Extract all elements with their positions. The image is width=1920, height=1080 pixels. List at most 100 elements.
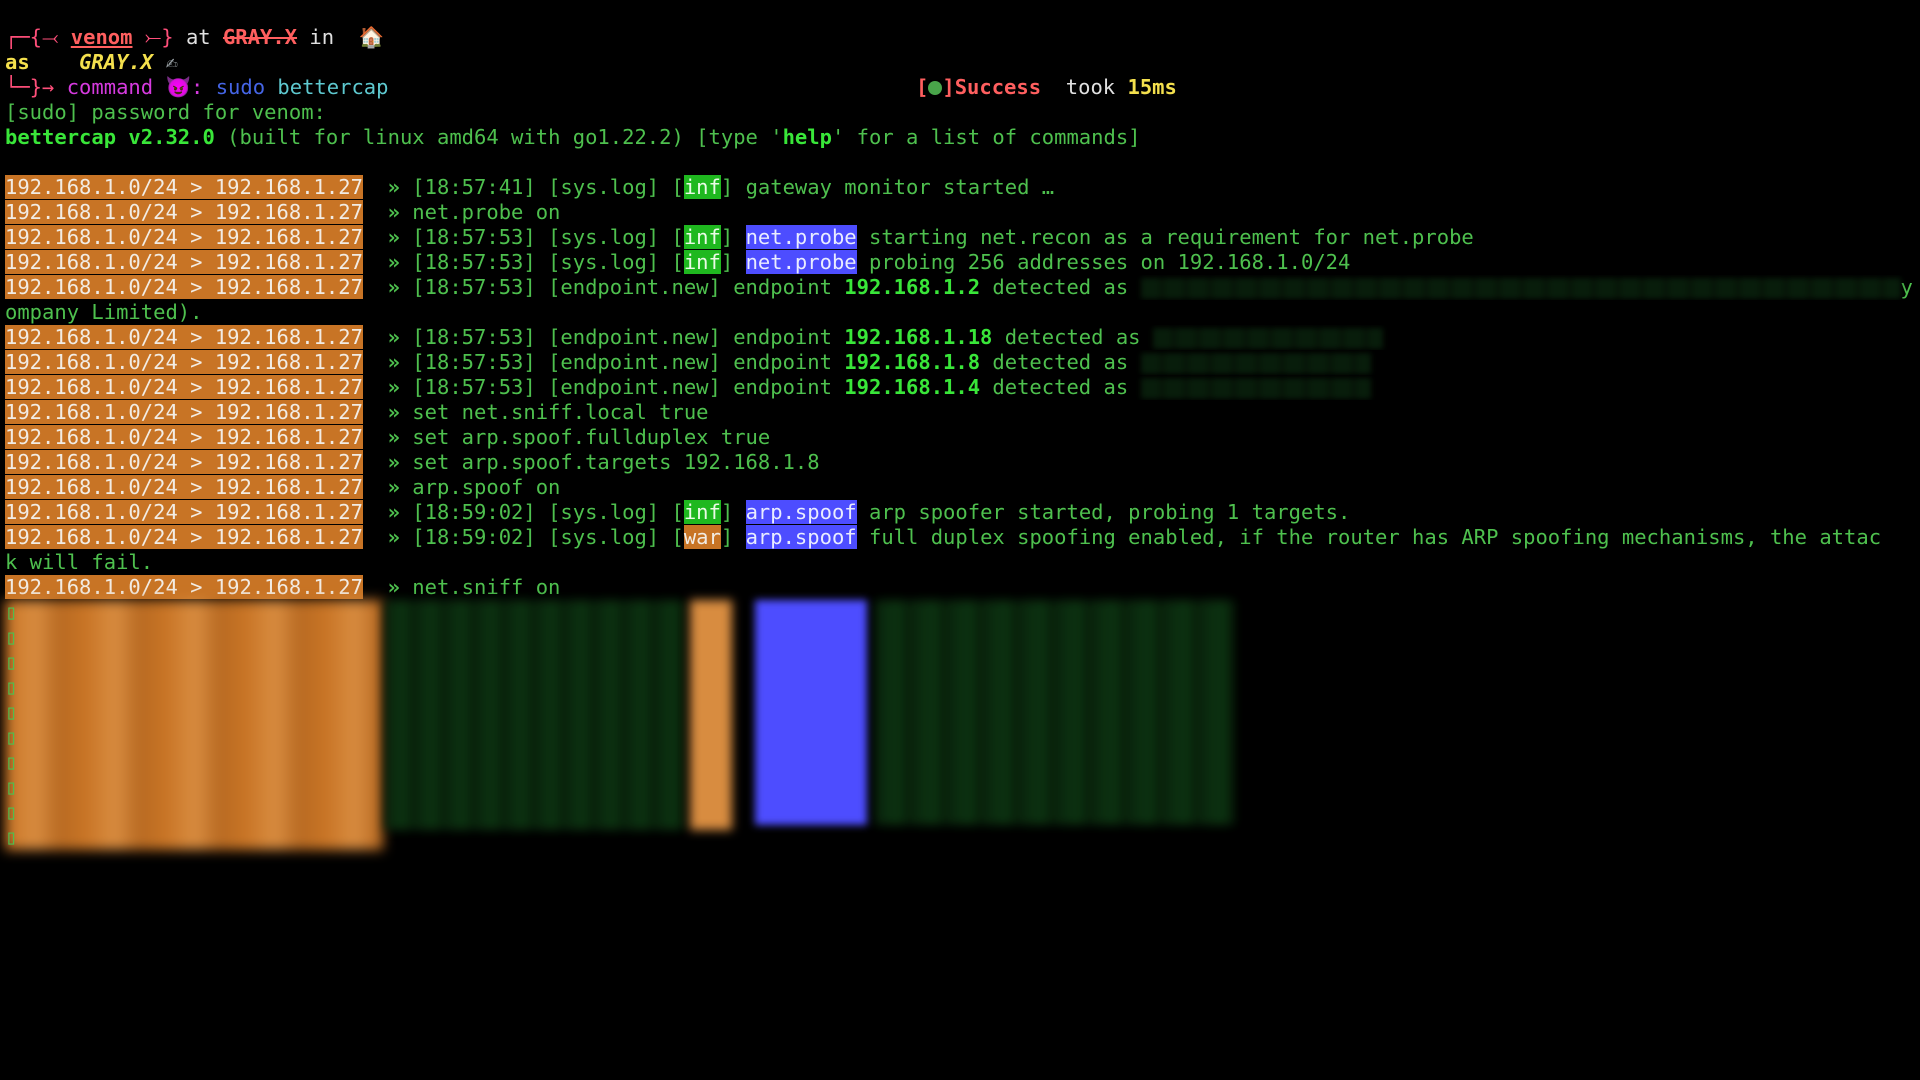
shell-prompt-line-2: as GRAY.X ✍	[5, 50, 1915, 75]
log-line: 192.168.1.0/24 > 192.168.1.27 » [18:57:5…	[5, 250, 1915, 275]
sudo-password-line: [sudo] password for venom:	[5, 100, 326, 124]
log-message: gateway monitor started …	[745, 175, 1055, 199]
log-source: [endpoint.new]	[548, 275, 721, 299]
log-post: detected as	[1004, 325, 1141, 349]
bracket-open: [	[671, 500, 684, 524]
module-tag: net.probe	[745, 250, 857, 274]
command-text: set arp.spoof.fullduplex true	[412, 425, 771, 449]
bracket-open: [	[671, 225, 684, 249]
status-bracket-close: ]	[942, 75, 955, 99]
arrow: »	[387, 575, 400, 599]
log-pre: endpoint	[733, 350, 832, 374]
prompt-colon: :	[191, 75, 204, 99]
arrow: »	[387, 500, 400, 524]
arrow: »	[387, 325, 400, 349]
command-line: 192.168.1.0/24 > 192.168.1.27 » set arp.…	[5, 450, 1915, 475]
log-pre: endpoint	[733, 325, 832, 349]
log-time: [18:57:53]	[412, 375, 536, 399]
log-time: [18:57:53]	[412, 225, 536, 249]
pen-icon: ✍	[165, 50, 178, 74]
log-line: 192.168.1.0/24 > 192.168.1.27 » [18:57:4…	[5, 175, 1915, 200]
prompt-corner-bottom: └─}→	[5, 75, 55, 99]
arrow: »	[387, 175, 400, 199]
cursor-glyph: ▯	[5, 725, 18, 749]
arrow: »	[387, 400, 400, 424]
command-text: net.probe on	[412, 200, 561, 224]
log-tail: y C	[1900, 275, 1913, 299]
arrow: »	[387, 425, 400, 449]
log-time: [18:59:02]	[412, 500, 536, 524]
shell-prompt-line-1: ┌─{⤙ venom ⤚} at GRAY.X in 🏠	[5, 25, 1915, 50]
log-line-wrap: k will fail.	[5, 550, 154, 574]
log-time: [18:57:41]	[412, 175, 536, 199]
arrow: »	[387, 375, 400, 399]
endpoint-ip: 192.168.1.4	[844, 375, 981, 399]
session-prompt: 192.168.1.0/24 > 192.168.1.27	[5, 350, 363, 374]
session-prompt: 192.168.1.0/24 > 192.168.1.27	[5, 425, 363, 449]
log-source: [sys.log]	[548, 175, 660, 199]
status-indicator: []Success took 15ms	[916, 75, 1177, 100]
command-text: arp.spoof on	[412, 475, 561, 499]
arrow: »	[387, 350, 400, 374]
session-prompt: 192.168.1.0/24 > 192.168.1.27	[5, 375, 363, 399]
log-level-inf: inf	[683, 225, 721, 249]
cursor-glyph: ▯	[5, 650, 18, 674]
module-tag: net.probe	[745, 225, 857, 249]
prompt-brace-close: }	[161, 25, 174, 49]
command-text: net.sniff on	[412, 575, 561, 599]
cursor-glyph: ▯	[5, 675, 18, 699]
command-sudo: sudo	[215, 75, 266, 99]
home-icon: 🏠	[358, 25, 385, 49]
banner-help: help	[782, 125, 832, 149]
status-dot-icon	[928, 81, 943, 95]
log-source: [sys.log]	[548, 525, 660, 549]
banner-built: (built for linux amd64 with go1.22.2) [t…	[227, 125, 783, 149]
duration-value: 15ms	[1127, 75, 1177, 99]
cursor-glyph: ▯	[5, 775, 18, 799]
prompt-command-label: command	[66, 75, 154, 99]
log-level-inf: inf	[683, 175, 721, 199]
module-tag: arp.spoof	[745, 500, 857, 524]
bracket-close: ]	[720, 525, 734, 549]
session-prompt: 192.168.1.0/24 > 192.168.1.27	[5, 250, 363, 274]
cursor-glyph: ▯	[5, 825, 18, 849]
log-time: [18:59:02]	[412, 525, 536, 549]
log-time: [18:57:53]	[412, 250, 536, 274]
bracket-open: [	[671, 175, 684, 199]
blurred-output-prompts	[5, 600, 383, 850]
command-line: 192.168.1.0/24 > 192.168.1.27 » net.prob…	[5, 200, 1915, 225]
prompt-in: in	[309, 25, 335, 49]
log-source: [sys.log]	[548, 250, 660, 274]
status-text: Success	[954, 75, 1042, 99]
log-post: detected as	[992, 375, 1129, 399]
status-bracket-open: [	[916, 75, 929, 99]
session-prompt: 192.168.1.0/24 > 192.168.1.27	[5, 400, 363, 424]
session-prompt: 192.168.1.0/24 > 192.168.1.27	[5, 175, 363, 199]
arrow: »	[387, 225, 400, 249]
command-line: 192.168.1.0/24 > 192.168.1.27 » set net.…	[5, 400, 1915, 425]
cursor-column: ▯ ▯ ▯ ▯ ▯ ▯ ▯ ▯ ▯ ▯	[5, 600, 18, 850]
session-prompt: 192.168.1.0/24 > 192.168.1.27	[5, 525, 363, 549]
prompt-at: at	[185, 25, 211, 49]
log-message: starting net.recon as a requirement for …	[869, 225, 1474, 249]
command-line: 192.168.1.0/24 > 192.168.1.27 » net.snif…	[5, 575, 1915, 600]
arrow: »	[387, 525, 400, 549]
terminal-window[interactable]: ┌─{⤙ venom ⤚} at GRAY.X in 🏠 as GRAY.X ✍…	[0, 0, 1920, 1080]
cursor-glyph: ▯	[5, 800, 18, 824]
endpoint-ip: 192.168.1.8	[844, 350, 981, 374]
log-source: [endpoint.new]	[548, 350, 721, 374]
redacted-vendor	[1152, 327, 1383, 349]
log-source: [endpoint.new]	[548, 375, 721, 399]
bettercap-banner: bettercap v2.32.0 (built for linux amd64…	[5, 125, 1915, 150]
log-level-inf: inf	[683, 500, 721, 524]
took-label: took	[1065, 75, 1116, 99]
session-prompt: 192.168.1.0/24 > 192.168.1.27	[5, 500, 363, 524]
redacted-vendor	[1140, 352, 1371, 374]
prompt-host: GRAY.X	[222, 25, 298, 49]
bracket-close: ]	[720, 175, 734, 199]
endpoint-ip: 192.168.1.18	[844, 325, 993, 349]
prompt-arrow-left: ⤙	[42, 25, 59, 49]
bracket-close: ]	[720, 500, 734, 524]
prompt-as: as	[5, 50, 30, 74]
arrow: »	[387, 200, 400, 224]
